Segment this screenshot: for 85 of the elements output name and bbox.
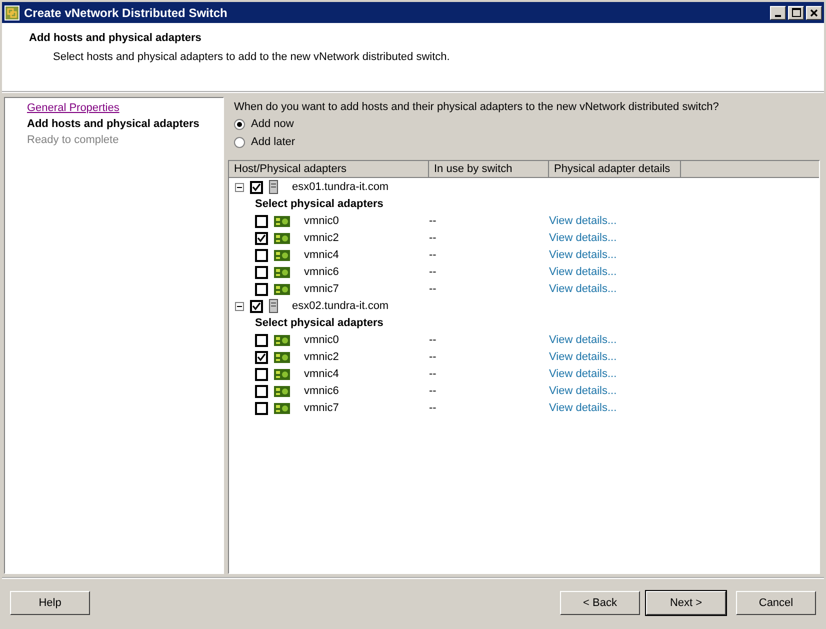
checkbox[interactable] xyxy=(255,402,268,414)
column-header[interactable]: Host/Physical adapters xyxy=(229,160,429,178)
minimize-icon xyxy=(775,14,781,16)
step-label: Ready to complete xyxy=(27,134,119,146)
adapter-name: vmnic2 xyxy=(304,350,339,365)
help-button[interactable]: Help xyxy=(10,591,90,615)
maximize-icon xyxy=(792,8,800,17)
adapter-name: vmnic0 xyxy=(304,332,339,348)
checkbox[interactable] xyxy=(255,282,268,296)
checkbox[interactable] xyxy=(250,300,263,312)
collapse-toggle[interactable] xyxy=(235,182,244,192)
checkbox[interactable] xyxy=(250,180,263,194)
details-link[interactable]: View details... xyxy=(549,230,617,246)
checkbox[interactable] xyxy=(255,248,268,262)
adapter-name: vmnic7 xyxy=(304,282,339,297)
minimize-button[interactable] xyxy=(770,6,786,20)
host-name: esx02.tundra-it.com xyxy=(292,298,389,314)
in-use-cell: -- xyxy=(429,384,436,397)
group-label: Select physical adapters xyxy=(254,316,384,331)
adapter-name: vmnic2 xyxy=(304,230,339,246)
details-link[interactable]: View details... xyxy=(549,212,617,230)
in-use-cell: -- xyxy=(429,350,436,363)
adapter-name: vmnic0 xyxy=(304,214,339,229)
page-title: Add hosts and physical adapters xyxy=(29,31,202,46)
details-link[interactable]: View details... xyxy=(549,264,617,280)
network-card-icon xyxy=(274,232,290,244)
details-link[interactable]: View details... xyxy=(549,280,617,298)
details-link[interactable]: View details... xyxy=(549,246,617,264)
maximize-button[interactable] xyxy=(788,6,804,20)
adapter-name: vmnic6 xyxy=(304,264,339,280)
adapter-name: vmnic4 xyxy=(304,366,339,382)
network-card-icon xyxy=(274,284,290,294)
details-link[interactable]: View details... xyxy=(549,400,617,416)
adapter-name: vmnic4 xyxy=(304,248,339,263)
host-name: esx01.tundra-it.com xyxy=(292,180,389,195)
radio-label: Add now xyxy=(251,117,294,132)
server-icon xyxy=(269,299,278,313)
group-label: Select physical adapters xyxy=(254,196,384,212)
checkbox[interactable] xyxy=(255,368,268,380)
close-button[interactable] xyxy=(806,6,822,20)
cancel-button[interactable]: Cancel xyxy=(736,591,816,615)
radio-button[interactable] xyxy=(234,119,245,130)
collapse-toggle[interactable] xyxy=(235,302,244,310)
in-use-cell: -- xyxy=(429,334,436,346)
checkbox[interactable] xyxy=(255,350,268,364)
network-card-icon xyxy=(274,352,290,362)
details-link[interactable]: View details... xyxy=(549,332,617,348)
network-card-icon xyxy=(274,250,290,260)
column-header[interactable]: Physical adapter details xyxy=(549,160,681,178)
question-text: When do you want to add hosts and their physical adapters to the new vNetwork distributed switch? xyxy=(234,101,719,113)
radio-button[interactable] xyxy=(234,137,245,148)
server-icon xyxy=(269,180,278,194)
network-card-icon xyxy=(274,368,290,380)
adapter-name: vmnic7 xyxy=(304,400,339,416)
in-use-cell: -- xyxy=(429,232,436,244)
network-card-icon xyxy=(274,216,290,226)
in-use-cell: -- xyxy=(429,368,436,380)
in-use-cell: -- xyxy=(429,266,436,278)
window-title: Create vNetwork Distributed Switch xyxy=(24,4,228,22)
details-link[interactable]: View details... xyxy=(549,382,617,400)
checkbox[interactable] xyxy=(255,266,268,278)
in-use-cell: -- xyxy=(429,282,436,295)
step-label: Add hosts and physical adapters xyxy=(27,118,200,130)
checkbox[interactable] xyxy=(255,334,268,346)
in-use-cell: -- xyxy=(429,248,436,261)
network-card-icon xyxy=(274,386,290,396)
in-use-cell: -- xyxy=(429,402,436,414)
close-icon xyxy=(810,8,818,16)
page-subtitle: Select hosts and physical adapters to add to the new vNetwork distributed switch. xyxy=(52,50,451,64)
radio-label: Add later xyxy=(251,135,296,150)
checkbox[interactable] xyxy=(255,232,268,244)
network-card-icon xyxy=(274,266,290,278)
app-icon xyxy=(4,4,20,20)
details-link[interactable]: View details... xyxy=(549,366,617,382)
in-use-cell: -- xyxy=(429,214,436,227)
network-card-icon xyxy=(274,402,290,414)
step-link[interactable]: General Properties xyxy=(27,102,120,114)
next-button[interactable]: Next > xyxy=(646,591,726,615)
checkbox[interactable] xyxy=(255,214,268,228)
checkbox[interactable] xyxy=(255,384,268,398)
details-link[interactable]: View details... xyxy=(549,348,617,366)
column-header[interactable]: In use by switch xyxy=(429,160,549,178)
adapter-name: vmnic6 xyxy=(304,384,339,399)
network-card-icon xyxy=(274,334,290,346)
back-button[interactable]: < Back xyxy=(560,591,640,615)
